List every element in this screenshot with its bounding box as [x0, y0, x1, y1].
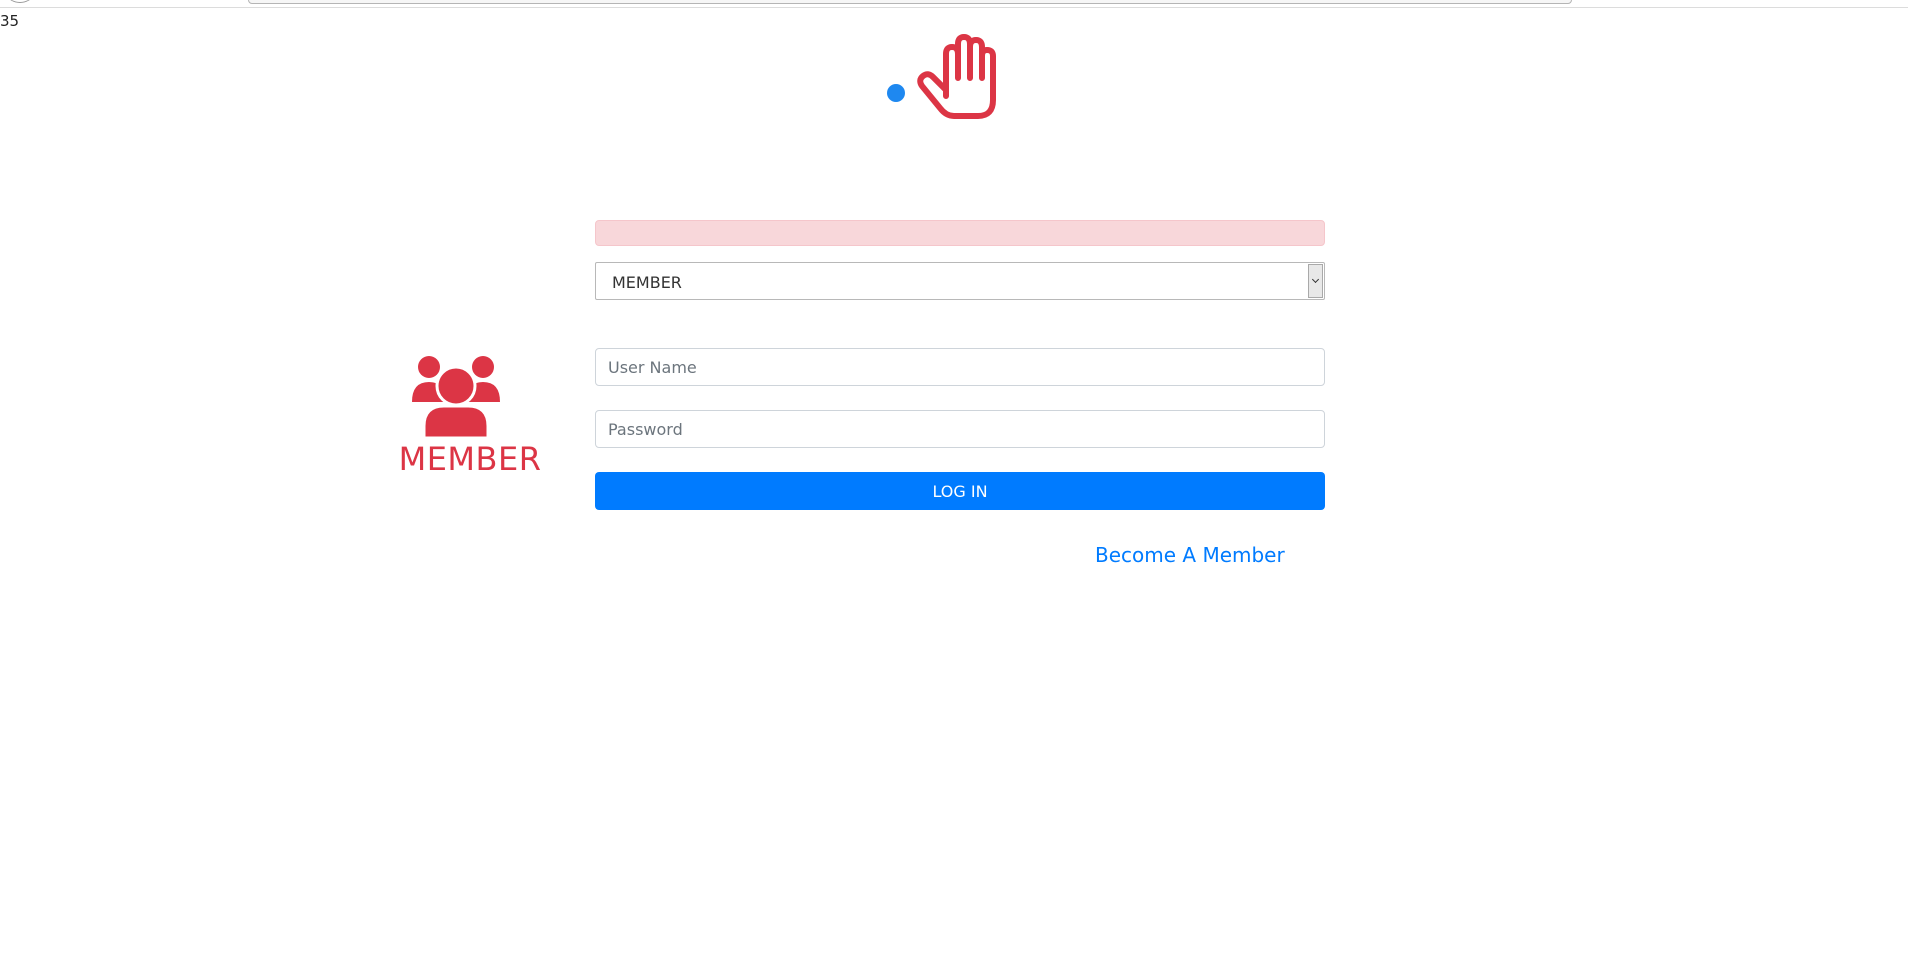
- browser-chrome-edge: [0, 0, 1908, 8]
- hand-stop-icon: [917, 34, 996, 119]
- address-bar-fragment[interactable]: [248, 0, 1572, 4]
- counter-text: 35: [0, 12, 20, 30]
- cursor-dot: [887, 84, 905, 102]
- username-input[interactable]: [595, 348, 1325, 386]
- become-member-link[interactable]: Become A Member: [1095, 543, 1285, 567]
- chevron-down-icon[interactable]: [1308, 264, 1323, 298]
- role-select[interactable]: MEMBER: [595, 262, 1325, 300]
- browser-button-fragment[interactable]: [8, 0, 32, 3]
- error-alert: [595, 220, 1325, 246]
- role-title: MEMBER: [398, 440, 542, 478]
- password-input[interactable]: [595, 410, 1325, 448]
- users-group-icon: [412, 356, 500, 438]
- role-select-value: MEMBER: [612, 273, 682, 292]
- login-button[interactable]: LOG IN: [595, 472, 1325, 510]
